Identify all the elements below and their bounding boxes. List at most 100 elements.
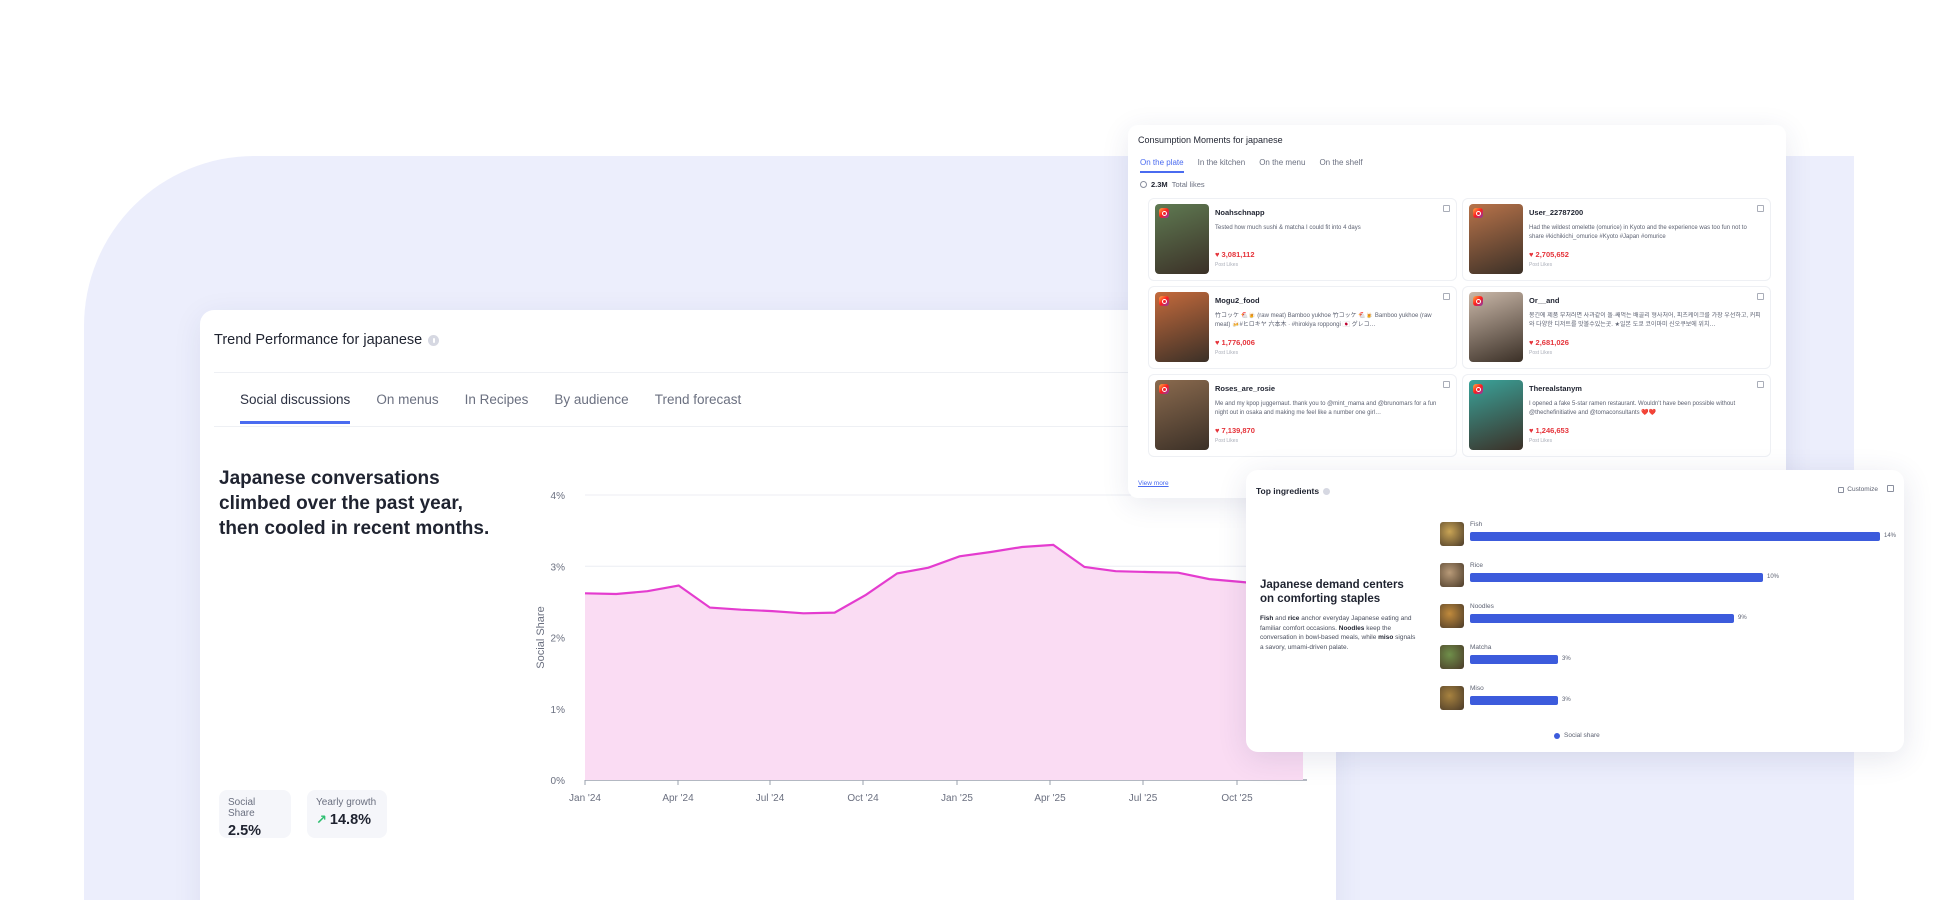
post-username[interactable]: Or__and <box>1529 296 1559 305</box>
ingredient-bar[interactable] <box>1470 614 1734 623</box>
total-likes: 2.3M Total likes <box>1140 180 1205 189</box>
top-ingredients-card: Top ingredients Customize Japanese deman… <box>1246 470 1904 752</box>
post-card[interactable]: Or__and 몽긴에 제품 부처러면 사과같이 돌·쌔먹는 배콜리 형사처어, … <box>1462 286 1771 369</box>
expand-icon[interactable] <box>1443 293 1450 300</box>
instagram-icon <box>1473 296 1483 306</box>
chart-legend: Social share <box>1554 732 1600 739</box>
post-likes-label: Post Likes <box>1529 350 1553 356</box>
expand-icon[interactable] <box>1443 205 1450 212</box>
post-likes-count: ♥ 2,705,652 <box>1529 250 1569 259</box>
yearly-growth-metric: Yearly growth ↗ 14.8% <box>307 790 387 838</box>
instagram-icon <box>1159 384 1169 394</box>
edit-icon <box>1838 486 1845 493</box>
post-likes-label: Post Likes <box>1529 438 1553 444</box>
desc-text-1: and <box>1273 615 1288 622</box>
tab-on-the-shelf[interactable]: On the shelf <box>1319 158 1362 173</box>
trend-up-icon: ↗ <box>316 812 327 827</box>
post-card[interactable]: User_22787200 Had the wildest omelette (o… <box>1462 198 1771 281</box>
post-card[interactable]: Noahschnapp Tested how much sushi & match… <box>1148 198 1457 281</box>
customize-label: Customize <box>1847 486 1878 493</box>
expand-icon[interactable] <box>1757 205 1764 212</box>
posts-grid: Noahschnapp Tested how much sushi & match… <box>1148 198 1771 457</box>
export-icon[interactable] <box>1887 485 1894 492</box>
ingredient-name: Rice <box>1470 562 1484 569</box>
ingredient-bar[interactable] <box>1470 696 1558 705</box>
ingredient-bar[interactable] <box>1470 655 1558 664</box>
y-tick-label: 4% <box>551 491 566 502</box>
social-share-metric: Social Share 2.5% <box>219 790 291 839</box>
area-fill <box>585 544 1303 780</box>
consumption-card-title: Consumption Moments for japanese <box>1138 135 1283 145</box>
post-likes-label: Post Likes <box>1215 262 1239 268</box>
post-card[interactable]: Mogu2_food 竹コッケ 🐔🍺 (raw meat) Bamboo yukh… <box>1148 286 1457 369</box>
customize-button[interactable]: Customize <box>1838 486 1878 493</box>
post-likes-count: ♥ 1,246,653 <box>1529 426 1569 435</box>
tab-on-the-plate[interactable]: On the plate <box>1140 158 1184 173</box>
top-ingredients-title: Top ingredients <box>1256 486 1331 496</box>
desc-miso: miso <box>1378 634 1394 641</box>
total-likes-value: 2.3M <box>1151 180 1168 189</box>
post-caption: Had the wildest omelette (omurice) in Ky… <box>1529 225 1747 240</box>
expand-icon[interactable] <box>1443 381 1450 388</box>
desc-noodles: Noodles <box>1338 624 1365 632</box>
y-axis-label: Social Share <box>535 606 547 668</box>
view-more-link[interactable]: View more <box>1138 480 1169 487</box>
post-caption: 竹コッケ 🐔🍺 (raw meat) Bamboo yukhoe 竹コッケ 🐔🍺… <box>1215 313 1432 328</box>
desc-fish: Fish <box>1260 615 1274 622</box>
post-likes-count: ♥ 2,681,026 <box>1529 338 1569 347</box>
y-tick-label: 0% <box>551 776 566 787</box>
x-tick-label: Oct '25 <box>1221 793 1253 804</box>
post-likes-count: ♥ 7,139,870 <box>1215 426 1255 435</box>
x-tick-label: Oct '24 <box>847 793 879 804</box>
ingredient-image <box>1440 686 1464 710</box>
ingredient-row: Fish 14% <box>1440 521 1900 550</box>
ingredients-headline: Japanese demand centers on comforting st… <box>1260 579 1404 605</box>
ingredient-image <box>1440 563 1464 587</box>
y-tick-label: 2% <box>551 634 566 645</box>
ingredient-name: Fish <box>1470 521 1483 528</box>
ingredient-image <box>1440 645 1464 669</box>
tab-in-the-kitchen[interactable]: In the kitchen <box>1198 158 1246 173</box>
post-likes-count: ♥ 3,081,112 <box>1215 250 1255 259</box>
consumption-moments-card: Consumption Moments for japanese On the … <box>1128 125 1786 498</box>
x-tick-label: Jan '24 <box>569 793 601 804</box>
social-share-value: 2.5% <box>228 823 262 839</box>
ingredients-description: Fish and rice anchor everyday Japanese e… <box>1260 614 1420 652</box>
ingredient-row: Matcha 3% <box>1440 644 1900 673</box>
ingredient-bar[interactable] <box>1470 573 1763 582</box>
ingredient-name: Matcha <box>1470 644 1492 651</box>
post-likes-label: Post Likes <box>1529 262 1553 268</box>
ingredient-bar[interactable] <box>1470 532 1880 541</box>
page-canvas: Trend Performance for japanese Social di… <box>0 0 1938 900</box>
heart-outline-icon <box>1140 181 1147 188</box>
expand-icon[interactable] <box>1757 293 1764 300</box>
x-tick-label: Apr '24 <box>662 793 694 804</box>
post-card[interactable]: Therealstanym I opened a fake 5-star rame… <box>1462 374 1771 457</box>
ingredient-value: 9% <box>1738 615 1747 621</box>
tab-on-the-menu[interactable]: On the menu <box>1259 158 1305 173</box>
desc-rice: rice <box>1287 615 1300 622</box>
post-username[interactable]: Mogu2_food <box>1215 296 1260 305</box>
ingredient-value: 10% <box>1767 574 1780 580</box>
instagram-icon <box>1159 296 1169 306</box>
post-username[interactable]: Therealstanym <box>1529 384 1582 393</box>
info-icon[interactable] <box>1323 487 1331 495</box>
post-card[interactable]: Roses_are_rosie Me and my kpop juggernaut… <box>1148 374 1457 457</box>
ingredient-value: 3% <box>1562 697 1571 703</box>
post-caption: Me and my kpop juggernaut. thank you to … <box>1215 401 1437 416</box>
instagram-icon <box>1159 208 1169 218</box>
post-likes-label: Post Likes <box>1215 350 1239 356</box>
post-caption: I opened a fake 5-star ramen restaurant.… <box>1529 401 1736 416</box>
post-likes-count: ♥ 1,776,006 <box>1215 338 1255 347</box>
ingredient-row: Miso 3% <box>1440 685 1900 714</box>
expand-icon[interactable] <box>1757 381 1764 388</box>
social-share-label: Social Share <box>228 797 256 819</box>
ingredient-value: 3% <box>1562 656 1571 662</box>
ingredient-name: Noodles <box>1470 603 1494 610</box>
post-likes-label: Post Likes <box>1215 438 1239 444</box>
post-username[interactable]: Noahschnapp <box>1215 208 1265 217</box>
post-username[interactable]: User_22787200 <box>1529 208 1583 217</box>
post-username[interactable]: Roses_are_rosie <box>1215 384 1275 393</box>
legend-dot <box>1554 732 1560 739</box>
ingredient-row: Noodles 9% <box>1440 603 1900 632</box>
